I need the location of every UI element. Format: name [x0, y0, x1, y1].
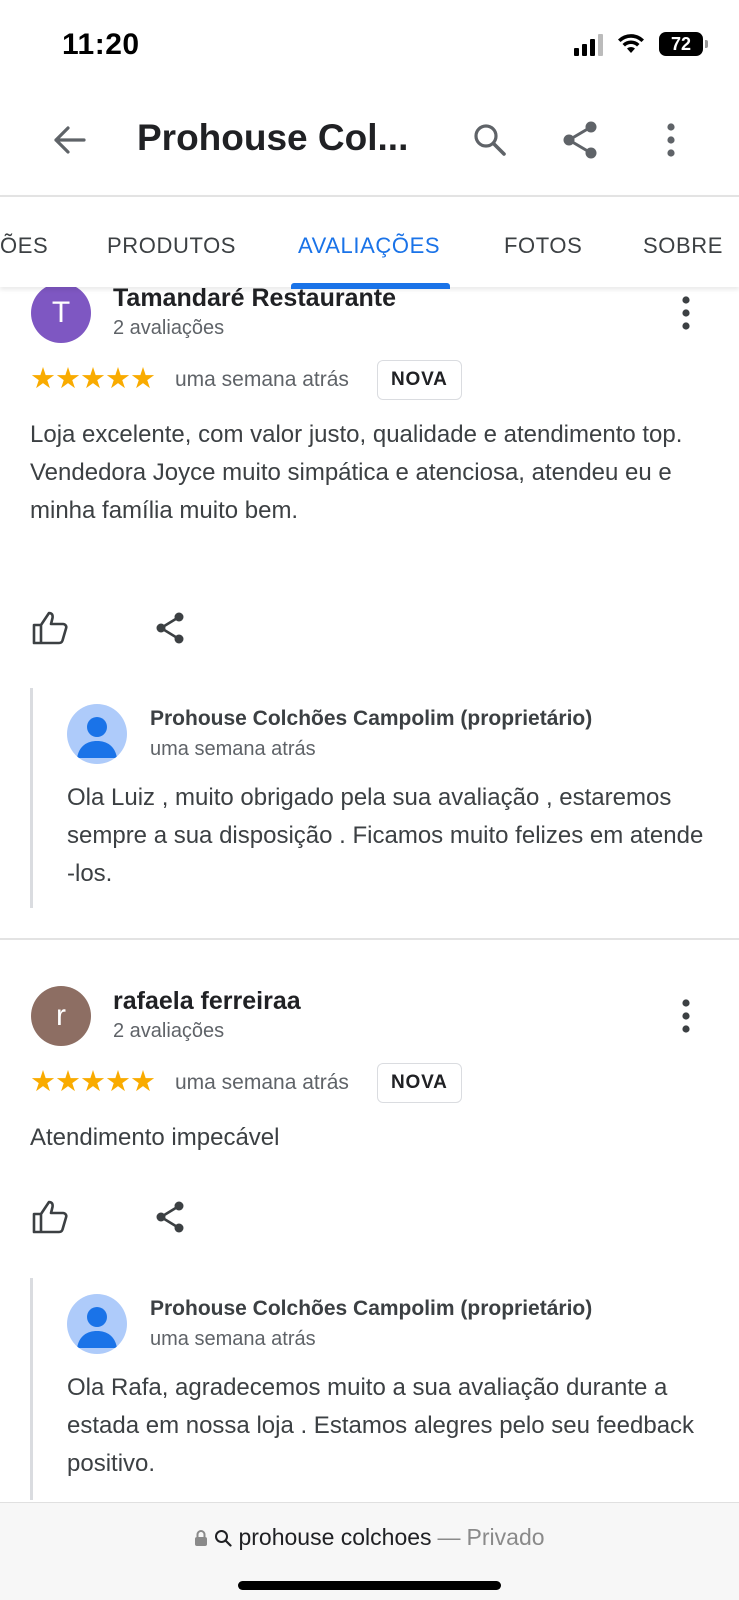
person-icon	[77, 717, 117, 758]
avatar-initial: r	[56, 999, 66, 1032]
private-mode-label: Privado	[466, 1524, 545, 1550]
url-query: prohouse colchoes	[238, 1524, 432, 1550]
owner-reply-date: uma semana atrás	[150, 1328, 316, 1350]
reviewer-review-count: 2 avaliações	[113, 317, 225, 339]
review-more-button[interactable]	[664, 291, 708, 335]
review-text: Atendimento impecável	[30, 1119, 720, 1157]
status-icons: 72	[574, 32, 708, 56]
reviewer-review-count: 2 avaliações	[113, 1020, 225, 1042]
share-icon	[156, 612, 184, 644]
owner-name: Prohouse Colchões Campolim (proprietário…	[150, 707, 593, 730]
owner-reply: Prohouse Colchões Campolim (proprietário…	[30, 688, 720, 908]
tab-produtos[interactable]: PRODUTOS	[107, 233, 236, 259]
active-tab-indicator	[291, 283, 450, 289]
owner-avatar	[67, 704, 127, 764]
review-text-paragraph: Atendimento impecável	[30, 1124, 280, 1151]
battery-icon: 72	[659, 32, 708, 56]
browser-url-bar[interactable]: prohouse colchoes — Privado	[0, 1502, 739, 1600]
like-button[interactable]	[24, 1191, 76, 1243]
new-badge: NOVA	[377, 1063, 462, 1103]
avatar[interactable]: T	[31, 283, 91, 343]
thumbs-up-icon	[32, 1200, 68, 1234]
status-time: 11:20	[62, 28, 140, 61]
owner-name: Prohouse Colchões Campolim (proprietário…	[150, 1297, 593, 1320]
owner-reply-text: Ola Luiz , muito obrigado pela sua avali…	[67, 784, 704, 887]
review-text: Loja excelente, com valor justo, qualida…	[30, 416, 720, 530]
cellular-signal-icon	[574, 32, 603, 56]
tab-bar: ÕES PRODUTOS AVALIAÇÕES FOTOS SOBRE	[0, 195, 739, 289]
owner-reply-text: Ola Rafa, agradecemos muito a sua avalia…	[67, 1374, 695, 1477]
back-arrow-icon	[54, 126, 86, 154]
lock-icon	[195, 1529, 208, 1546]
share-icon	[156, 1201, 184, 1233]
battery-level: 72	[670, 33, 692, 54]
share-review-button[interactable]	[144, 1191, 196, 1243]
share-icon	[563, 121, 597, 159]
more-options-button[interactable]	[646, 115, 696, 165]
back-button[interactable]	[46, 117, 92, 163]
url-separator: —	[437, 1524, 461, 1550]
page-title: Prohouse Col...	[137, 117, 409, 158]
more-vert-icon	[682, 999, 690, 1033]
review-text-paragraph: Vendedora Joyce muito simpática e atenci…	[30, 459, 672, 524]
wifi-icon	[618, 34, 644, 53]
more-vert-icon	[667, 123, 675, 157]
like-button[interactable]	[24, 602, 76, 654]
share-review-button[interactable]	[144, 602, 196, 654]
review-more-button[interactable]	[664, 994, 708, 1038]
thumbs-up-icon	[32, 611, 68, 645]
new-badge: NOVA	[377, 360, 462, 400]
owner-reply: Prohouse Colchões Campolim (proprietário…	[30, 1278, 720, 1500]
search-button[interactable]	[465, 115, 515, 165]
avatar-initial: T	[51, 296, 71, 329]
review-text-paragraph: Loja excelente, com valor justo, qualida…	[30, 421, 683, 448]
home-indicator[interactable]	[238, 1581, 501, 1590]
tab-avaliacoes[interactable]: AVALIAÇÕES	[298, 233, 440, 259]
search-icon	[215, 1529, 233, 1547]
owner-reply-date: uma semana atrás	[150, 738, 316, 760]
person-icon	[77, 1307, 117, 1348]
review-date: uma semana atrás	[175, 368, 349, 391]
more-vert-icon	[682, 296, 690, 330]
status-bar: 11:20 72	[0, 0, 739, 95]
tab-fotos[interactable]: FOTOS	[504, 233, 582, 259]
review-divider	[0, 938, 739, 940]
star-rating: ★★★★★	[30, 1066, 156, 1098]
star-rating: ★★★★★	[30, 363, 156, 395]
review-date: uma semana atrás	[175, 1071, 349, 1094]
search-icon	[474, 124, 506, 156]
avatar[interactable]: r	[31, 986, 91, 1046]
owner-avatar	[67, 1294, 127, 1354]
url-content[interactable]: prohouse colchoes — Privado	[0, 1524, 739, 1551]
tab-sobre[interactable]: SOBRE	[643, 233, 723, 259]
tab-overview[interactable]: ÕES	[0, 233, 48, 259]
app-bar: Prohouse Col...	[0, 95, 739, 195]
share-button[interactable]	[555, 115, 605, 165]
reviewer-name[interactable]: rafaela ferreiraa	[113, 987, 301, 1016]
